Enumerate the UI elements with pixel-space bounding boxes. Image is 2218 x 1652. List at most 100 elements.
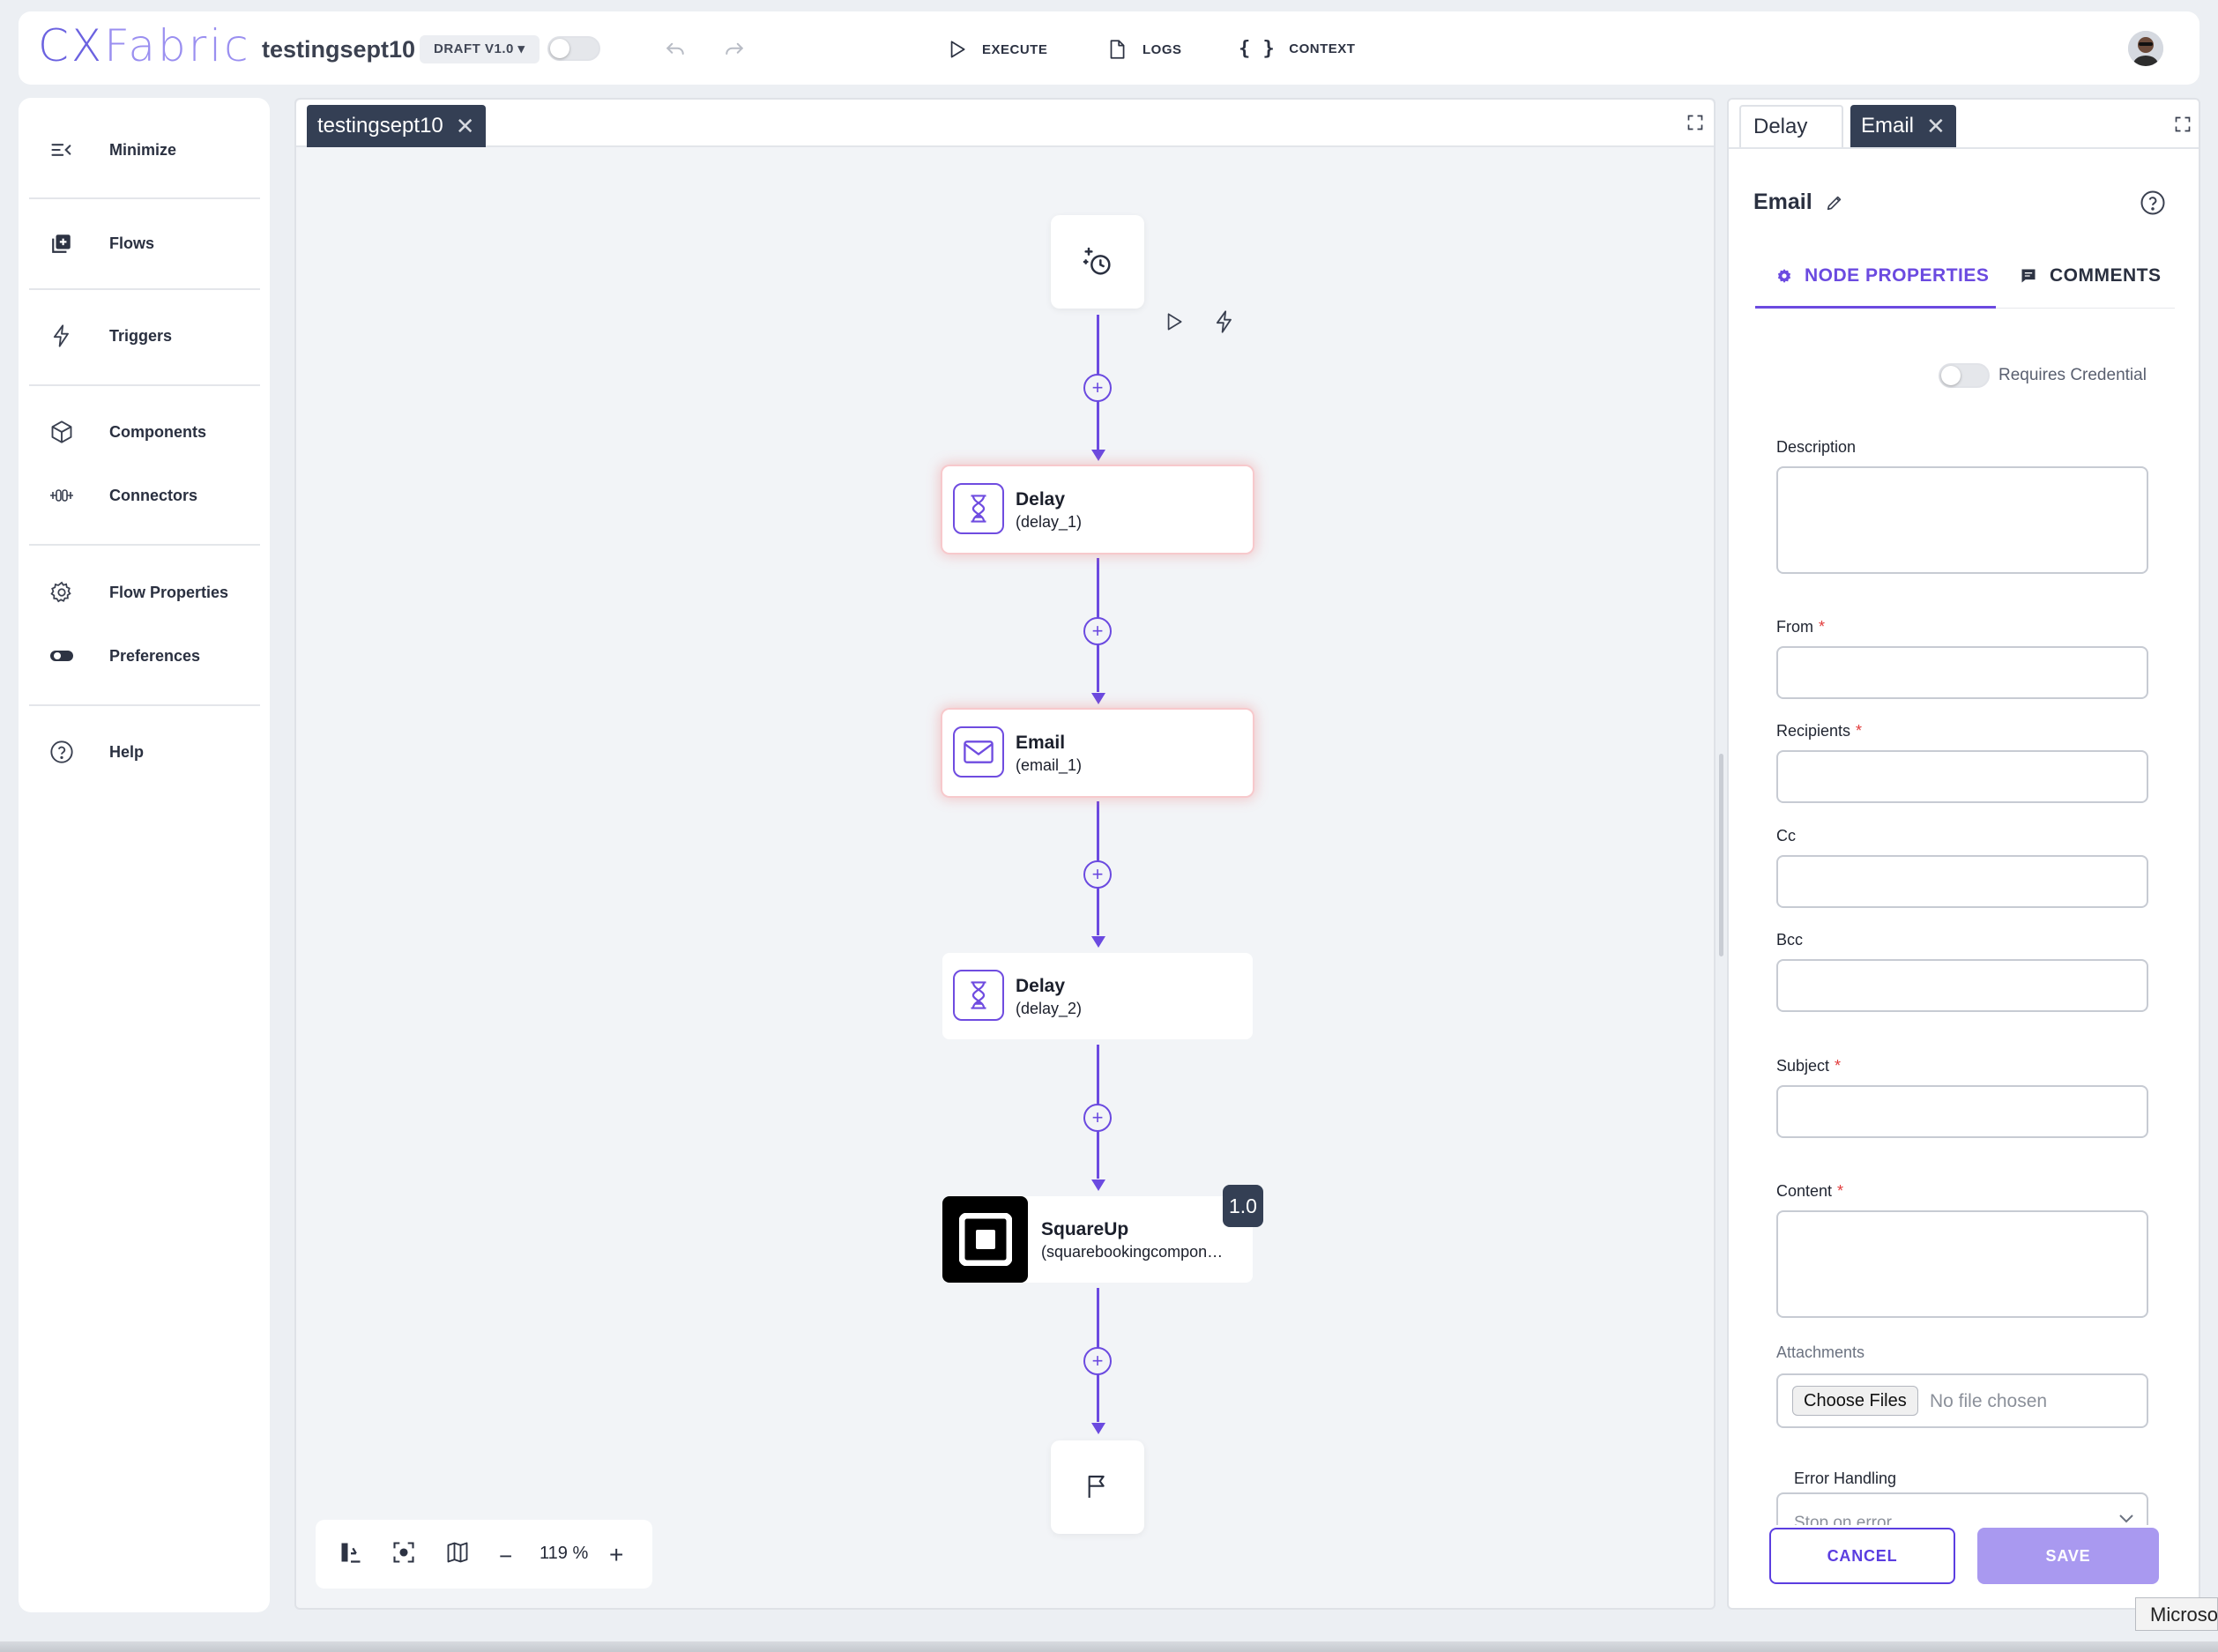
sidebar-item-minimize[interactable]: Minimize [19,128,270,172]
play-icon [945,38,968,61]
credential-switch[interactable] [1939,363,1990,388]
flow-node-delay-2[interactable]: Delay (delay_2) [942,953,1253,1039]
os-dock-edge [0,1641,2218,1652]
zoom-in-button[interactable]: + [609,1541,623,1569]
flow-name: testingsept10 [262,36,416,63]
cc-label: Cc [1776,827,1796,845]
flag-icon [1083,1473,1112,1501]
undo-icon[interactable] [662,36,688,63]
cancel-button[interactable]: CANCEL [1769,1528,1955,1584]
logs-button[interactable]: LOGS [1105,38,1182,61]
add-step-button[interactable]: + [1083,1104,1112,1132]
fullscreen-icon[interactable] [1686,114,1704,131]
sidebar-item-help[interactable]: Help [19,730,270,774]
sidebar-item-flow-properties[interactable]: Flow Properties [19,570,270,614]
add-step-button[interactable]: + [1083,1347,1112,1375]
connector-arrow [1091,693,1105,704]
sidebar-item-components[interactable]: Components [19,410,270,454]
canvas-tab-bar: testingsept10 ✕ [296,100,1714,147]
recipients-label: Recipients * [1776,722,1863,740]
tab-email[interactable]: Email ✕ [1850,105,1956,147]
hourglass-icon [953,483,1004,534]
add-step-button[interactable]: + [1083,617,1112,645]
requires-credential-toggle[interactable]: Requires Credential [1939,363,2147,388]
version-dropdown[interactable]: DRAFT V1.0 ▾ [420,35,540,63]
gear-icon [1776,268,1792,284]
braces-icon: { } [1239,38,1276,60]
add-step-button[interactable]: + [1083,374,1112,402]
fit-view-icon[interactable] [391,1540,416,1565]
properties-tab-bar: Delay Email ✕ [1729,100,2199,149]
node-properties-panel: Delay Email ✕ Email NODE PROPERTIES COMM… [1727,98,2200,1610]
content-field[interactable] [1776,1210,2148,1318]
add-step-button[interactable]: + [1083,860,1112,889]
user-avatar[interactable] [2128,31,2163,66]
toggle-icon [48,643,75,669]
attachments-file-input[interactable]: Choose Files No file chosen [1776,1373,2148,1428]
error-handling-select[interactable]: Stop on error [1776,1492,2148,1528]
start-node[interactable] [1051,215,1144,309]
bcc-label: Bcc [1776,931,1804,949]
chevron-down-icon [2119,1514,2133,1523]
close-icon[interactable]: ✕ [1926,115,1946,138]
zoom-out-button[interactable]: − [499,1543,512,1570]
close-icon[interactable]: ✕ [456,115,475,138]
flows-icon [48,230,75,257]
cxfabric-logo[interactable]: CXFabric [38,24,251,68]
from-field[interactable] [1776,646,2148,699]
help-icon[interactable] [2140,190,2166,216]
active-subtab-indicator [1755,306,1996,309]
gear-icon [48,579,75,606]
trigger-node-icon[interactable] [1212,309,1237,334]
sidebar-divider [29,384,260,386]
sidebar-item-flows[interactable]: Flows [19,221,270,265]
bcc-field[interactable] [1776,959,2148,1012]
flow-node-squareup[interactable]: SquareUp (squarebookingcompon… [942,1196,1253,1283]
subject-field[interactable] [1776,1085,2148,1138]
fullscreen-icon[interactable] [2174,115,2192,133]
os-tooltip: Microso [2135,1597,2218,1631]
end-node[interactable] [1051,1440,1144,1534]
document-icon [1105,38,1128,61]
save-button[interactable]: SAVE [1977,1528,2159,1584]
context-button[interactable]: { } CONTEXT [1239,38,1355,60]
top-bar: CXFabric testingsept10 DRAFT V1.0 ▾ EXEC… [19,11,2199,85]
tab-flow[interactable]: testingsept10 ✕ [307,105,486,147]
sidebar-divider [29,704,260,706]
sidebar-item-preferences[interactable]: Preferences [19,634,270,678]
flow-canvas[interactable]: testingsept10 ✕ [294,98,1716,1610]
flow-toggle[interactable] [547,36,600,61]
from-label: From * [1776,618,1826,636]
tab-delay[interactable]: Delay [1739,105,1843,147]
connector-arrow [1091,1179,1105,1191]
description-field[interactable] [1776,466,2148,574]
sidebar-item-triggers[interactable]: Triggers [19,314,270,358]
attachments-label: Attachments [1776,1343,1865,1361]
subject-label: Subject * [1776,1057,1842,1075]
canvas-zoom-toolbar: − 119 % + [316,1520,652,1589]
execute-button[interactable]: EXECUTE [945,38,1047,61]
choose-files-button[interactable]: Choose Files [1792,1386,1918,1416]
recipients-field[interactable] [1776,750,2148,803]
zoom-level: 119 % [540,1544,589,1563]
sidebar-item-connectors[interactable]: Connectors [19,473,270,517]
hourglass-icon [953,970,1004,1021]
sidebar-divider [29,288,260,290]
edit-pencil-icon[interactable] [1825,193,1844,212]
run-node-icon[interactable] [1162,309,1185,334]
file-status: No file chosen [1930,1391,2048,1411]
minimap-icon[interactable] [444,1540,471,1565]
help-icon [48,739,75,765]
content-label: Content * [1776,1182,1844,1200]
mail-icon [953,726,1004,778]
layout-icon[interactable] [339,1540,363,1565]
tab-comments[interactable]: COMMENTS [2020,265,2162,286]
comment-icon [2020,267,2037,285]
redo-icon[interactable] [721,36,748,63]
flow-node-email-1[interactable]: Email (email_1) [942,710,1253,796]
tab-node-properties[interactable]: NODE PROPERTIES [1776,265,1989,286]
cc-field[interactable] [1776,855,2148,908]
panel-resize-handle[interactable] [1719,754,1723,956]
flow-node-delay-1[interactable]: Delay (delay_1) [942,466,1253,553]
sidebar-divider [29,197,260,199]
